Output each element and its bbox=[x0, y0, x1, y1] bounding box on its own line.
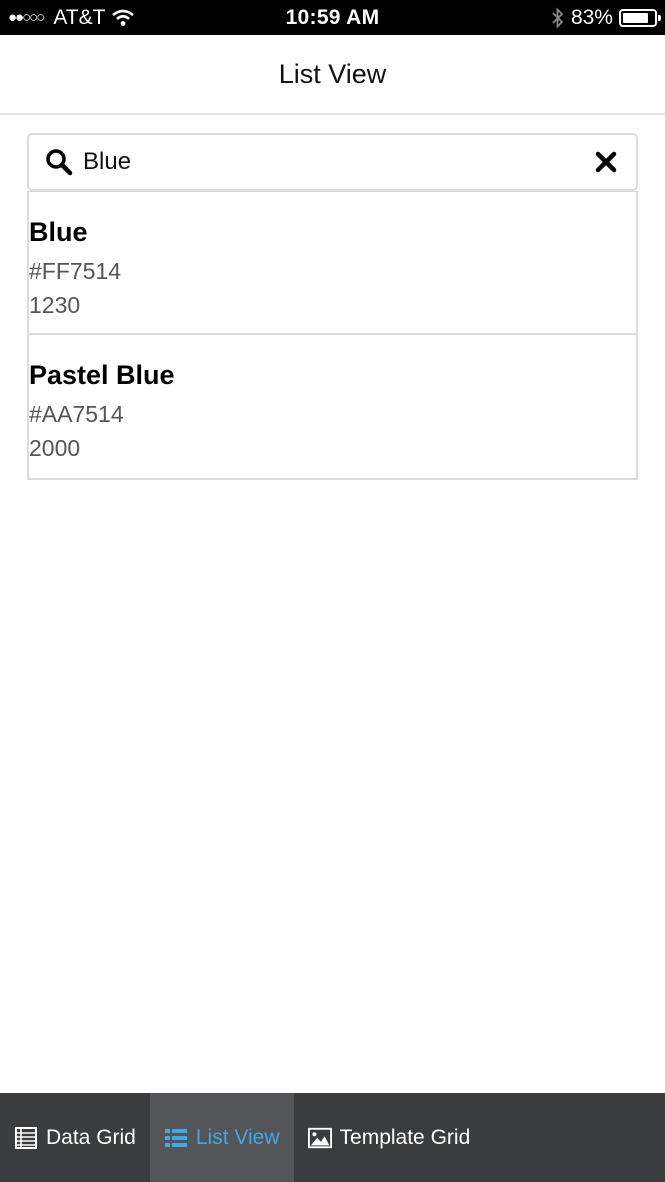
tab-data-grid[interactable]: Data Grid bbox=[0, 1093, 150, 1182]
status-bar: ●●○○○ AT&T 10:59 AM 83% bbox=[0, 0, 665, 35]
list-view-icon bbox=[164, 1128, 187, 1147]
item-code: #AA7514 bbox=[29, 401, 124, 427]
bluetooth-icon bbox=[552, 6, 564, 29]
search-icon bbox=[46, 149, 73, 176]
item-name: Blue bbox=[29, 217, 88, 247]
tab-bar: Data Grid List View Template Grid bbox=[0, 1093, 665, 1182]
clear-icon[interactable] bbox=[594, 150, 618, 174]
search-input[interactable] bbox=[83, 148, 594, 176]
tab-label: List View bbox=[195, 1125, 280, 1149]
signal-icon: ●●○○○ bbox=[8, 9, 45, 26]
item-code: #FF7514 bbox=[29, 258, 122, 284]
item-number: 2000 bbox=[29, 435, 81, 461]
wifi-icon bbox=[112, 9, 135, 26]
tab-list-view[interactable]: List View bbox=[149, 1093, 294, 1182]
item-name: Pastel Blue bbox=[29, 360, 175, 390]
page-title: List View bbox=[278, 58, 387, 89]
tab-label: Template Grid bbox=[339, 1125, 471, 1149]
item-number: 1230 bbox=[29, 292, 81, 318]
battery-percent: 83% bbox=[570, 5, 613, 29]
tab-label: Data Grid bbox=[46, 1125, 136, 1149]
status-left: ●●○○○ AT&T bbox=[8, 6, 238, 30]
data-grid-icon bbox=[15, 1126, 37, 1149]
status-right: 83% bbox=[427, 5, 661, 30]
image-icon bbox=[307, 1127, 332, 1148]
list-item[interactable]: Pastel Blue #AA7514 2000 bbox=[29, 335, 636, 478]
navigation-header: List View bbox=[0, 35, 665, 115]
status-time: 10:59 AM bbox=[285, 5, 380, 29]
carrier-label: AT&T bbox=[53, 5, 106, 29]
tab-template-grid[interactable]: Template Grid bbox=[294, 1093, 485, 1182]
results-list: Blue #FF7514 1230 Pastel Blue #AA7514 20… bbox=[27, 191, 638, 480]
search-bar[interactable] bbox=[27, 133, 638, 191]
list-item[interactable]: Blue #FF7514 1230 bbox=[29, 192, 636, 335]
battery-icon bbox=[618, 8, 661, 27]
